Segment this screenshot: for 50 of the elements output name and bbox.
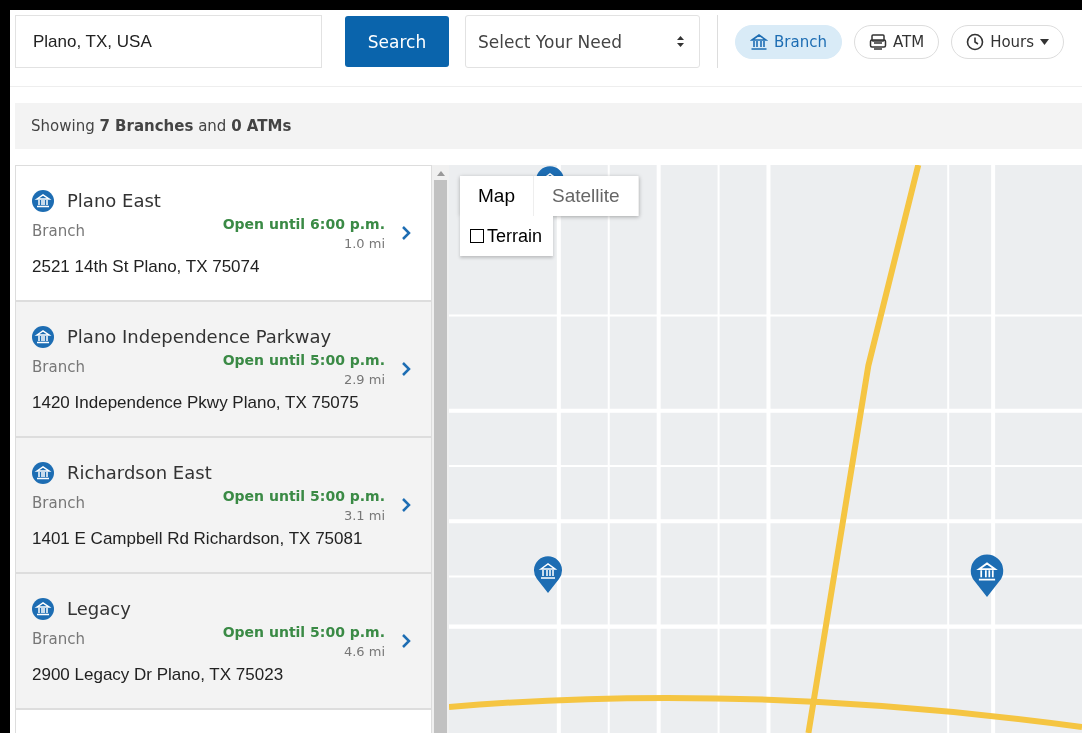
chevron-right-icon — [401, 633, 411, 649]
map-view[interactable]: Map Satellite Terrain — [449, 165, 1082, 733]
map-type-tab[interactable]: Satellite — [533, 176, 639, 216]
location-type: Branch — [32, 629, 85, 650]
search-button[interactable]: Search — [345, 16, 449, 67]
bank-icon — [32, 597, 54, 620]
terrain-checkbox[interactable]: Terrain — [460, 216, 554, 256]
address: 1420 Independence Pkwy Plano, TX 75075 — [32, 392, 360, 413]
location-card[interactable]: Richardson East Branch Open until 5:00 p.m. 3.1 mi 1401 E Campbell Rd Richardson, TX 75081 — [16, 438, 431, 574]
open-hours: Open until 5:00 p.m. — [222, 487, 385, 504]
distance: 4.6 mi — [343, 643, 385, 659]
filter-chip[interactable]: Hours — [951, 24, 1065, 59]
location-name: Plano Independence Parkway — [67, 326, 332, 347]
location-card[interactable]: Plano Independence Parkway Branch Open until 5:00 p.m. 2.9 mi 1420 Independence Pkwy Plano, TX 75075 — [16, 302, 431, 438]
location-card[interactable]: Legacy Branch Open until 5:00 p.m. 4.6 mi 2900 Legacy Dr Plano, TX 75023 — [16, 574, 431, 710]
open-hours: Open until 5:00 p.m. — [222, 351, 385, 368]
chevron-right-icon — [401, 361, 411, 377]
scroll-up-icon[interactable] — [436, 171, 445, 176]
sort-arrows-icon — [676, 35, 685, 48]
location-name: Legacy — [67, 598, 131, 619]
clock-icon — [966, 32, 985, 51]
address: 2900 Legacy Dr Plano, TX 75023 — [32, 664, 285, 685]
open-hours: Open until 5:00 p.m. — [222, 623, 385, 640]
filter-chip[interactable]: Branch — [735, 24, 842, 59]
location-name: Richardson East — [67, 462, 212, 483]
map-type-tab[interactable]: Map — [460, 176, 534, 216]
chevron-right-icon — [401, 497, 411, 513]
location-type: Branch — [32, 493, 85, 514]
bank-icon — [32, 461, 54, 484]
need-select[interactable]: Select Your Need — [465, 15, 700, 68]
scrollbar[interactable] — [432, 165, 449, 733]
distance: 1.0 mi — [343, 235, 385, 251]
open-hours: Open until 6:00 p.m. — [222, 215, 385, 232]
chevron-right-icon — [401, 225, 411, 241]
address: 2521 14th St Plano, TX 75074 — [32, 256, 261, 277]
location-type: Branch — [32, 357, 85, 378]
bank-icon — [750, 32, 768, 51]
location-input[interactable]: Plano, TX, USA — [15, 15, 322, 68]
results-summary: Showing 7 Branches and 0 ATMs — [31, 117, 292, 135]
location-type: Branch — [32, 221, 85, 242]
address: 1401 E Campbell Rd Richardson, TX 75081 — [32, 528, 364, 549]
distance: 2.9 mi — [343, 371, 385, 387]
bank-icon — [32, 325, 54, 348]
location-name: Plano East — [67, 190, 161, 211]
caret-icon — [1040, 38, 1050, 45]
scroll-thumb[interactable] — [434, 180, 447, 733]
bank-icon — [32, 189, 54, 212]
filter-chip[interactable]: ATM — [853, 24, 940, 59]
atm-icon — [868, 32, 887, 51]
distance: 3.1 mi — [343, 507, 385, 523]
